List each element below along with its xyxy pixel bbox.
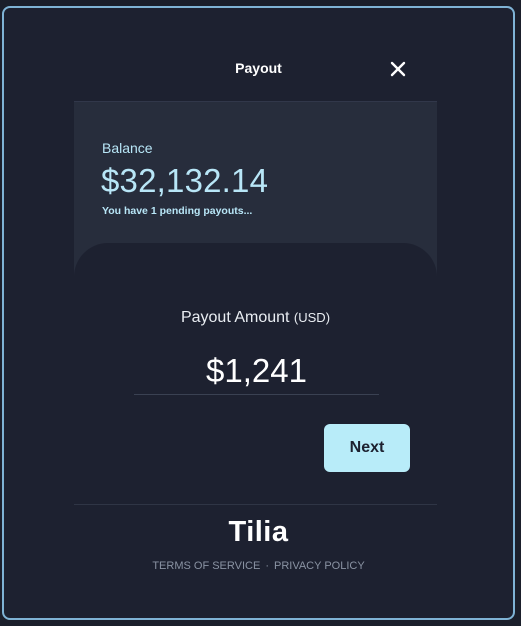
close-icon[interactable] (387, 58, 409, 80)
payout-amount-input[interactable] (134, 348, 379, 395)
next-button[interactable]: Next (324, 424, 410, 472)
modal-header: Payout (4, 8, 513, 88)
payout-amount-label: Payout Amount (USD) (74, 309, 437, 327)
footer-links: TERMS OF SERVICE · PRIVACY POLICY (4, 560, 513, 572)
payout-amount-label-text: Payout Amount (180, 309, 290, 326)
balance-label: Balance (102, 140, 153, 156)
tilia-logo: Tilia (228, 516, 289, 548)
terms-of-service-link[interactable]: TERMS OF SERVICE (152, 560, 260, 572)
balance-value: $32,132.14 (101, 162, 269, 199)
footer-separator: · (265, 560, 269, 572)
payout-modal: Payout Balance $32,132.14 You have 1 pen… (2, 6, 515, 620)
privacy-policy-link[interactable]: PRIVACY POLICY (274, 560, 365, 572)
footer-divider (74, 504, 437, 505)
pending-payouts-text: You have 1 pending payouts... (102, 205, 253, 217)
currency-unit: (USD) (293, 310, 331, 325)
modal-title: Payout (235, 60, 282, 76)
